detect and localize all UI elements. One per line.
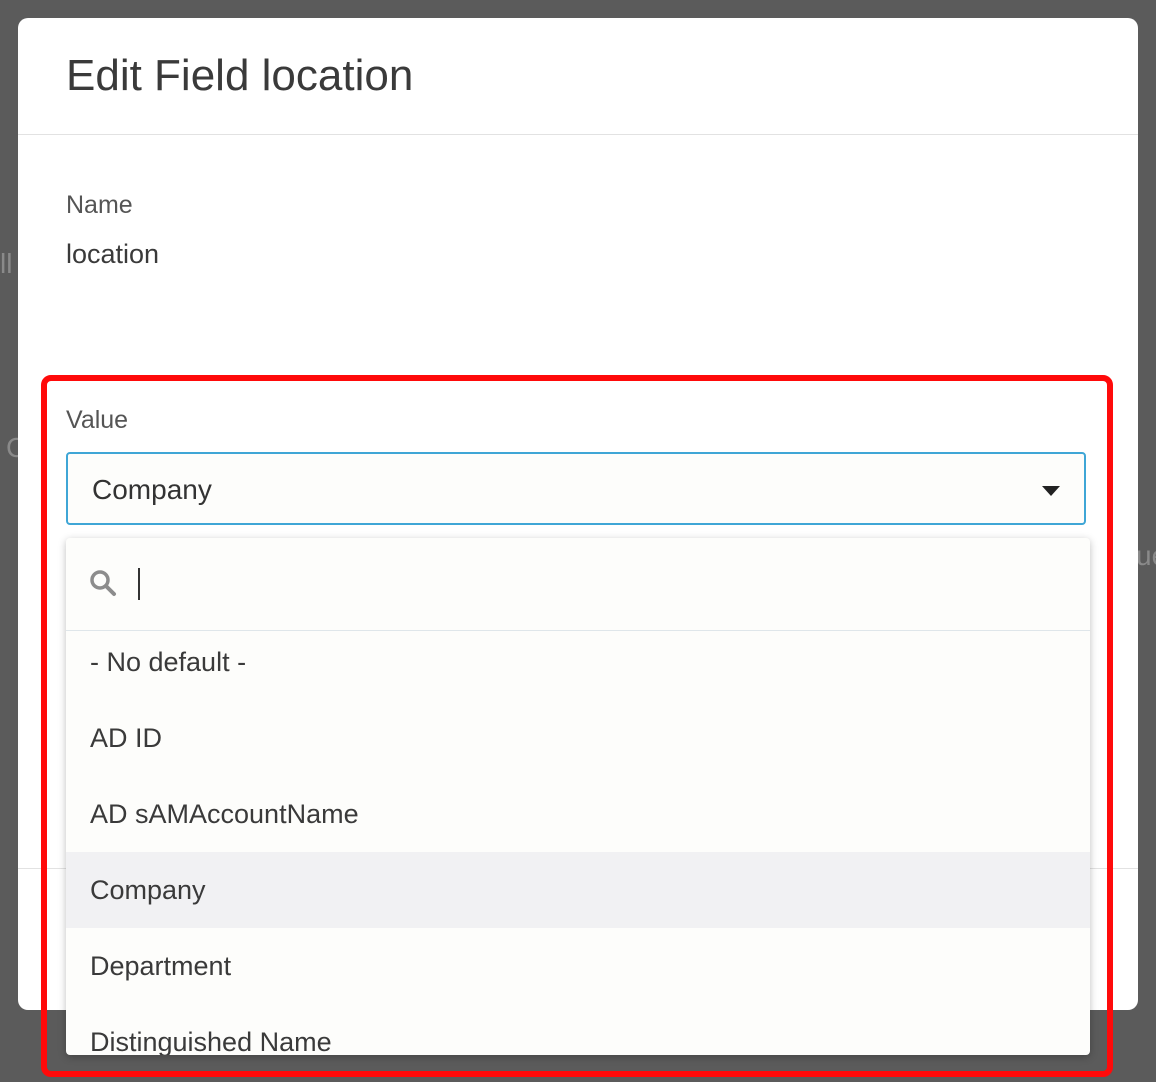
- value-dropdown-list: - No default - AD ID AD sAMAccountName C…: [66, 538, 1090, 1055]
- dropdown-option-ad-id[interactable]: AD ID: [66, 700, 1090, 776]
- background-partial-text: ll: [0, 248, 13, 279]
- dropdown-search-row: [66, 538, 1090, 631]
- dropdown-option-no-default[interactable]: - No default -: [66, 624, 1090, 700]
- dropdown-option-company[interactable]: Company: [66, 852, 1090, 928]
- value-select[interactable]: Company: [66, 452, 1086, 525]
- modal-header: Edit Field location: [18, 18, 1138, 135]
- dropdown-search-input[interactable]: [134, 568, 1034, 600]
- search-icon: [90, 570, 116, 596]
- caret-down-icon: [1042, 486, 1060, 496]
- modal-title: Edit Field location: [66, 51, 414, 100]
- value-select-current: Company: [92, 474, 212, 505]
- background-partial-text: ue: [1136, 540, 1156, 571]
- dropdown-option-department[interactable]: Department: [66, 928, 1090, 1004]
- dropdown-option-distinguished-name[interactable]: Distinguished Name: [66, 1004, 1090, 1055]
- name-label: Name: [66, 191, 133, 219]
- value-label: Value: [66, 406, 129, 434]
- dropdown-option-ad-samaccountname[interactable]: AD sAMAccountName: [66, 776, 1090, 852]
- text-cursor: [138, 568, 140, 600]
- name-value: location: [66, 239, 160, 269]
